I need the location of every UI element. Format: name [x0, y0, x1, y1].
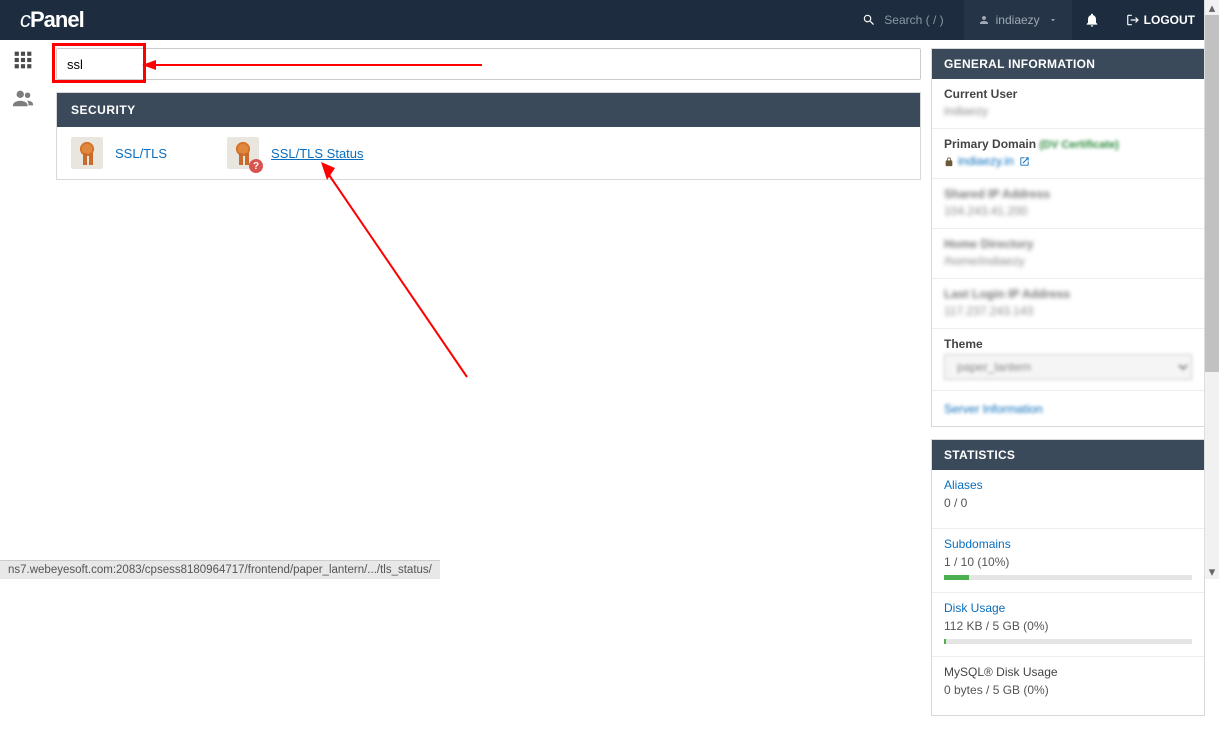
last-login-label: Last Login IP Address: [944, 287, 1192, 301]
right-sidebar: GENERAL INFORMATION Current User indiaez…: [931, 40, 1219, 748]
ssl-tls-item[interactable]: SSL/TLS: [71, 137, 167, 169]
subdomains-value: 1 / 10 (10%): [944, 555, 1192, 569]
primary-domain-label: Primary Domain (DV Certificate): [944, 137, 1192, 151]
logout-label: LOGOUT: [1144, 13, 1195, 27]
current-user-value: indiaezy: [944, 104, 1192, 118]
scroll-up-button[interactable]: ▴: [1205, 0, 1219, 15]
feature-search-input[interactable]: [56, 48, 921, 80]
username-text: indiaezy: [996, 13, 1040, 27]
main-content: SECURITY SSL/TLS ? SSL/TLS Status: [46, 40, 931, 748]
home-dir-value: /home/indiaezy: [944, 254, 1192, 268]
apps-grid-icon[interactable]: [13, 50, 33, 73]
left-rail: [0, 40, 46, 748]
subdomains-progress: [944, 575, 1192, 580]
topbar-search-placeholder: Search ( / ): [884, 13, 943, 27]
bell-icon: [1084, 12, 1100, 28]
top-navbar: cPanel Search ( / ) indiaezy LOGOUT: [0, 0, 1219, 40]
scroll-track[interactable]: [1205, 15, 1219, 564]
scroll-thumb[interactable]: [1205, 15, 1219, 372]
shared-ip-value: 104.243.41.200: [944, 204, 1192, 218]
last-login-value: 117.237.243.143: [944, 304, 1192, 318]
lock-icon: [944, 157, 954, 167]
disk-usage-label[interactable]: Disk Usage: [944, 601, 1192, 615]
disk-usage-value: 112 KB / 5 GB (0%): [944, 619, 1192, 633]
group-header[interactable]: SECURITY: [57, 93, 920, 127]
user-manager-icon[interactable]: [12, 87, 34, 112]
logout-icon: [1126, 13, 1140, 27]
ssl-tls-link[interactable]: SSL/TLS: [115, 146, 167, 161]
primary-domain-link[interactable]: indiaezy.in: [958, 154, 1014, 168]
external-link-icon: [1019, 156, 1030, 167]
ssl-tls-status-link[interactable]: SSL/TLS Status: [271, 146, 364, 161]
mysql-disk-label: MySQL® Disk Usage: [944, 665, 1192, 679]
user-menu[interactable]: indiaezy: [964, 0, 1072, 40]
security-group: SECURITY SSL/TLS ? SSL/TLS Status: [56, 92, 921, 180]
mysql-disk-value: 0 bytes / 5 GB (0%): [944, 683, 1192, 697]
shared-ip-label: Shared IP Address: [944, 187, 1192, 201]
cpanel-logo: cPanel: [20, 7, 84, 33]
statistics-header: STATISTICS: [932, 440, 1204, 470]
notifications-button[interactable]: [1072, 0, 1112, 40]
server-information-link[interactable]: Server Information: [944, 402, 1043, 416]
ssl-tls-status-item[interactable]: ? SSL/TLS Status: [227, 137, 364, 169]
statistics-panel: STATISTICS Aliases 0 / 0 Subdomains 1 / …: [931, 439, 1205, 716]
aliases-label[interactable]: Aliases: [944, 478, 1192, 492]
topbar-search[interactable]: Search ( / ): [862, 13, 943, 27]
search-icon: [862, 13, 876, 27]
disk-usage-progress: [944, 639, 1192, 644]
theme-label: Theme: [944, 337, 1192, 351]
certificate-icon: [71, 137, 103, 169]
browser-status-bar: ns7.webeyesoft.com:2083/cpsess8180964717…: [0, 560, 440, 579]
certificate-status-icon: ?: [227, 137, 259, 169]
current-user-label: Current User: [944, 87, 1192, 101]
home-dir-label: Home Directory: [944, 237, 1192, 251]
chevron-down-icon: [1048, 15, 1058, 25]
scroll-down-button[interactable]: ▾: [1205, 564, 1219, 579]
vertical-scrollbar[interactable]: ▴ ▾: [1204, 0, 1219, 579]
theme-select[interactable]: paper_lantern: [944, 354, 1192, 380]
user-icon: [978, 14, 990, 26]
primary-domain-value: indiaezy.in: [944, 154, 1192, 168]
general-info-header: GENERAL INFORMATION: [932, 49, 1204, 79]
subdomains-label[interactable]: Subdomains: [944, 537, 1192, 551]
annotation-arrow-to-status: [317, 162, 477, 382]
question-badge-icon: ?: [249, 159, 263, 173]
aliases-value: 0 / 0: [944, 496, 1192, 510]
general-info-panel: GENERAL INFORMATION Current User indiaez…: [931, 48, 1205, 427]
logout-button[interactable]: LOGOUT: [1112, 0, 1209, 40]
